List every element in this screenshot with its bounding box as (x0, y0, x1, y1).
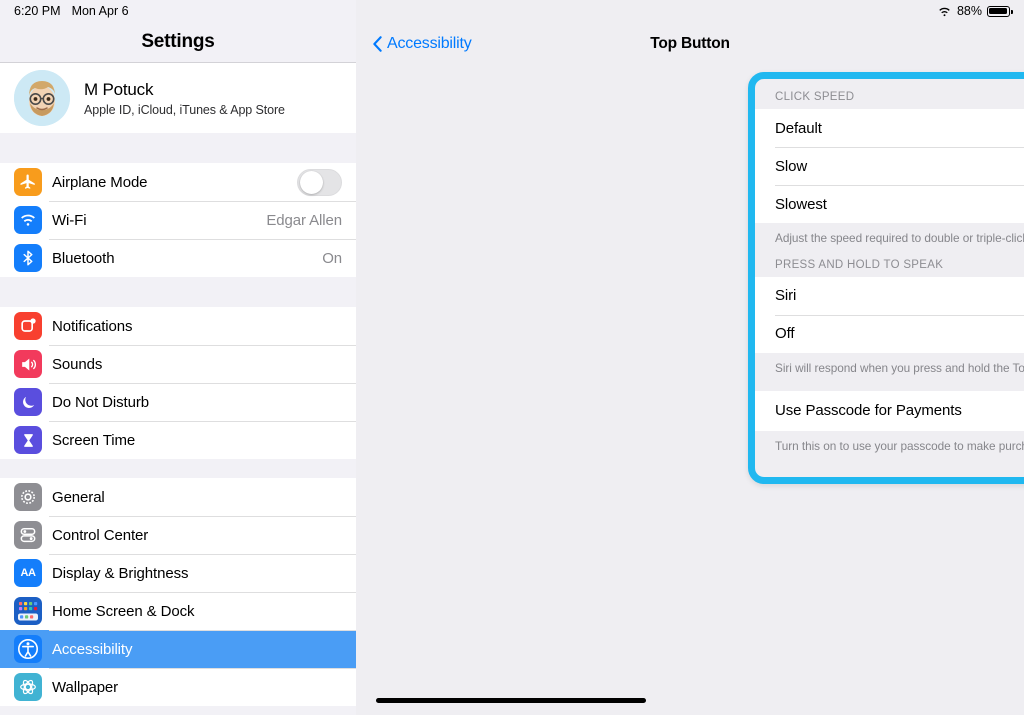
apple-id-profile-row[interactable]: M Potuck Apple ID, iCloud, iTunes & App … (0, 63, 356, 133)
option-row-default[interactable]: Default (755, 109, 1024, 147)
sidebar-item-label: Home Screen & Dock (52, 602, 195, 620)
click-speed-options-card: Default Slow Slowest (755, 109, 1024, 223)
row-use-passcode-for-payments[interactable]: Use Passcode for Payments (755, 390, 1024, 431)
sidebar-item-label: Bluetooth (52, 249, 115, 267)
status-date: Mon Apr 6 (71, 4, 129, 18)
notifications-icon (14, 312, 42, 340)
sidebar-group-system: General Control Center AA Display & Brig… (0, 478, 356, 706)
bluetooth-icon (14, 244, 42, 272)
settings-sidebar: 6:20 PM Mon Apr 6 Settings M Potuck Appl… (0, 0, 356, 715)
sidebar-item-control-center[interactable]: Control Center (0, 516, 356, 554)
wifi-icon (14, 206, 42, 234)
moon-icon (14, 388, 42, 416)
airplane-icon (14, 168, 42, 196)
sidebar-item-label: Sounds (52, 355, 103, 373)
passcode-payments-card: Use Passcode for Payments (755, 390, 1024, 431)
sidebar-item-wifi[interactable]: Wi-Fi Edgar Allen (0, 201, 356, 239)
detail-panel: 88% Accessibility Top Button CLICK SPEED… (356, 0, 1024, 715)
wallpaper-icon (14, 673, 42, 701)
option-row-slow[interactable]: Slow (755, 147, 1024, 185)
home-indicator[interactable] (376, 698, 646, 703)
detail-navbar: Accessibility Top Button (356, 22, 1024, 66)
sidebar-item-label: Wi-Fi (52, 211, 87, 229)
group-gap (0, 459, 356, 478)
battery-percent-label: 88% (956, 4, 982, 18)
status-bar-right: 88% (356, 0, 1024, 22)
wifi-network-value: Edgar Allen (266, 211, 342, 229)
display-brightness-icon: AA (14, 559, 42, 587)
sidebar-item-home-screen-dock[interactable]: Home Screen & Dock (0, 592, 356, 630)
sidebar-item-airplane-mode[interactable]: Airplane Mode (0, 163, 356, 201)
option-row-siri[interactable]: Siri (755, 276, 1024, 315)
sidebar-group-alerts: Notifications Sounds Do Not Disturb Scre… (0, 307, 356, 459)
ipad-settings-screen: 6:20 PM Mon Apr 6 Settings M Potuck Appl… (0, 0, 1024, 715)
sidebar-item-general[interactable]: General (0, 478, 356, 516)
sidebar-item-label: General (52, 488, 105, 506)
sidebar-group-connectivity: Airplane Mode Wi-Fi Edgar Allen Bluetoot… (0, 163, 356, 277)
control-center-icon (14, 521, 42, 549)
hourglass-icon (14, 426, 42, 454)
footnote-press-and-hold: Siri will respond when you press and hol… (775, 360, 1024, 375)
sidebar-item-label: Airplane Mode (52, 173, 148, 191)
status-time: 6:20 PM (14, 4, 61, 18)
option-label: Off (775, 325, 795, 343)
sidebar-item-label: Wallpaper (52, 678, 119, 696)
row-label: Use Passcode for Payments (775, 402, 962, 420)
sidebar-item-label: Control Center (52, 526, 149, 544)
sidebar-item-notifications[interactable]: Notifications (0, 307, 356, 345)
group-gap (0, 277, 356, 307)
sidebar-item-sounds[interactable]: Sounds (0, 345, 356, 383)
page-title: Settings (141, 31, 215, 52)
option-row-off[interactable]: Off (755, 314, 1024, 353)
group-gap (0, 133, 356, 163)
sidebar-item-accessibility[interactable]: Accessibility (0, 630, 356, 668)
highlight-callout: CLICK SPEED Default Slow Slowest Adjust … (748, 72, 1024, 484)
footnote-passcode-payments: Turn this on to use your passcode to mak… (775, 438, 1024, 453)
sidebar-item-label: Display & Brightness (52, 564, 189, 582)
option-label: Slowest (775, 195, 827, 213)
settings-content: CLICK SPEED Default Slow Slowest Adjust … (755, 79, 1024, 477)
sidebar-item-wallpaper[interactable]: Wallpaper (0, 668, 356, 706)
profile-subtitle: Apple ID, iCloud, iTunes & App Store (84, 102, 285, 117)
accessibility-icon (14, 635, 42, 663)
airplane-mode-toggle[interactable] (297, 168, 342, 196)
memoji-avatar (14, 70, 70, 126)
press-hold-options-card: Siri Off (755, 276, 1024, 353)
footnote-click-speed: Adjust the speed required to double or t… (775, 231, 1024, 245)
back-button[interactable]: Accessibility (372, 35, 472, 53)
sidebar-item-label: Screen Time (52, 431, 136, 449)
sidebar-item-bluetooth[interactable]: Bluetooth On (0, 239, 356, 277)
section-header-click-speed: CLICK SPEED (775, 91, 855, 103)
status-bar-left: 6:20 PM Mon Apr 6 (0, 0, 356, 22)
sounds-icon (14, 350, 42, 378)
option-label: Default (775, 119, 822, 137)
bluetooth-state-value: On (322, 249, 342, 267)
sidebar-item-do-not-disturb[interactable]: Do Not Disturb (0, 383, 356, 421)
option-label: Siri (775, 287, 797, 305)
sidebar-item-label: Do Not Disturb (52, 393, 149, 411)
sidebar-item-display-brightness[interactable]: AA Display & Brightness (0, 554, 356, 592)
sidebar-item-screen-time[interactable]: Screen Time (0, 421, 356, 459)
chevron-left-icon (372, 35, 383, 53)
back-button-label: Accessibility (387, 35, 472, 52)
wifi-icon (937, 5, 952, 17)
home-screen-dock-icon (14, 597, 42, 625)
profile-name: M Potuck (84, 79, 154, 99)
sidebar-item-label: Accessibility (52, 640, 133, 658)
battery-icon (987, 5, 1013, 17)
option-label: Slow (775, 157, 808, 175)
option-row-slowest[interactable]: Slowest (755, 185, 1024, 223)
section-header-press-and-hold: PRESS AND HOLD TO SPEAK (775, 258, 944, 271)
gear-icon (14, 483, 42, 511)
sidebar-item-label: Notifications (52, 317, 133, 335)
